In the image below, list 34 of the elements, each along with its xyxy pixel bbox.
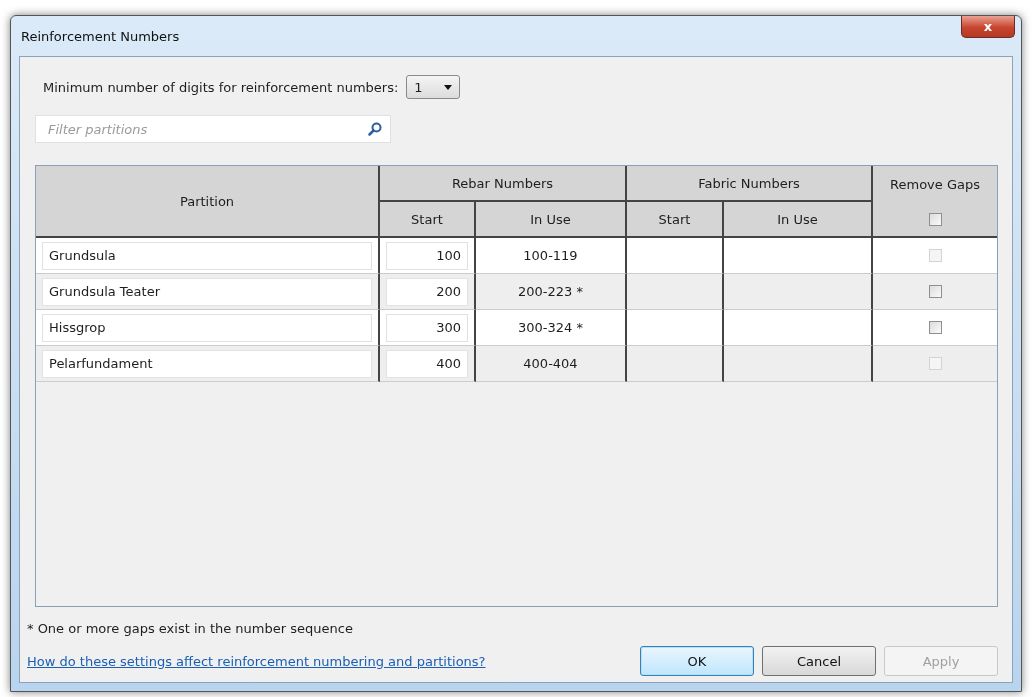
footnote-text: * One or more gaps exist in the number sequence: [27, 621, 354, 636]
table-cell: 100-119: [476, 238, 627, 274]
window-title: Reinforcement Numbers: [21, 28, 180, 44]
start-number-field[interactable]: 400: [386, 349, 468, 378]
filter-field[interactable]: Filter partitions: [35, 115, 391, 143]
table-cell: 200-223 *: [476, 274, 627, 310]
column-header: Start: [380, 202, 476, 238]
column-header: Remove Gaps: [873, 166, 997, 202]
partition-name-field[interactable]: Grundsula: [42, 241, 372, 270]
dialog-button[interactable]: Cancel: [762, 646, 876, 676]
digits-label: Minimum number of digits for reinforcement numbers:: [43, 79, 399, 95]
column-header: Start: [627, 202, 724, 238]
start-number-field[interactable]: 200: [386, 277, 468, 306]
column-header: In Use: [476, 202, 627, 238]
search-icon: [368, 122, 382, 136]
caret-icon: [444, 84, 453, 90]
column-header: Fabric Numbers: [627, 166, 873, 202]
start-number-field[interactable]: 300: [386, 313, 468, 342]
partition-name-field[interactable]: Pelarfundament: [42, 349, 372, 378]
partition-name-field[interactable]: Grundsula Teater: [42, 277, 372, 306]
start-number-field[interactable]: 100: [386, 241, 468, 270]
partition-name-field[interactable]: Hissgrop: [42, 313, 372, 342]
column-header: Rebar Numbers: [380, 166, 627, 202]
column-header: In Use: [724, 202, 873, 238]
checkbox[interactable]: [928, 285, 942, 298]
checkbox[interactable]: [928, 321, 942, 334]
table-cell: 400-404: [476, 346, 627, 382]
digits-dropdown[interactable]: 1: [406, 75, 461, 99]
close-button[interactable]: x: [961, 16, 1015, 38]
help-link[interactable]: How do these settings affect reinforcement numbering and partitions?: [27, 653, 486, 669]
table-cell: 300-324 *: [476, 310, 627, 346]
column-header: Partition: [36, 166, 380, 238]
checkbox[interactable]: [928, 212, 942, 226]
dialog-button[interactable]: OK: [640, 646, 754, 676]
